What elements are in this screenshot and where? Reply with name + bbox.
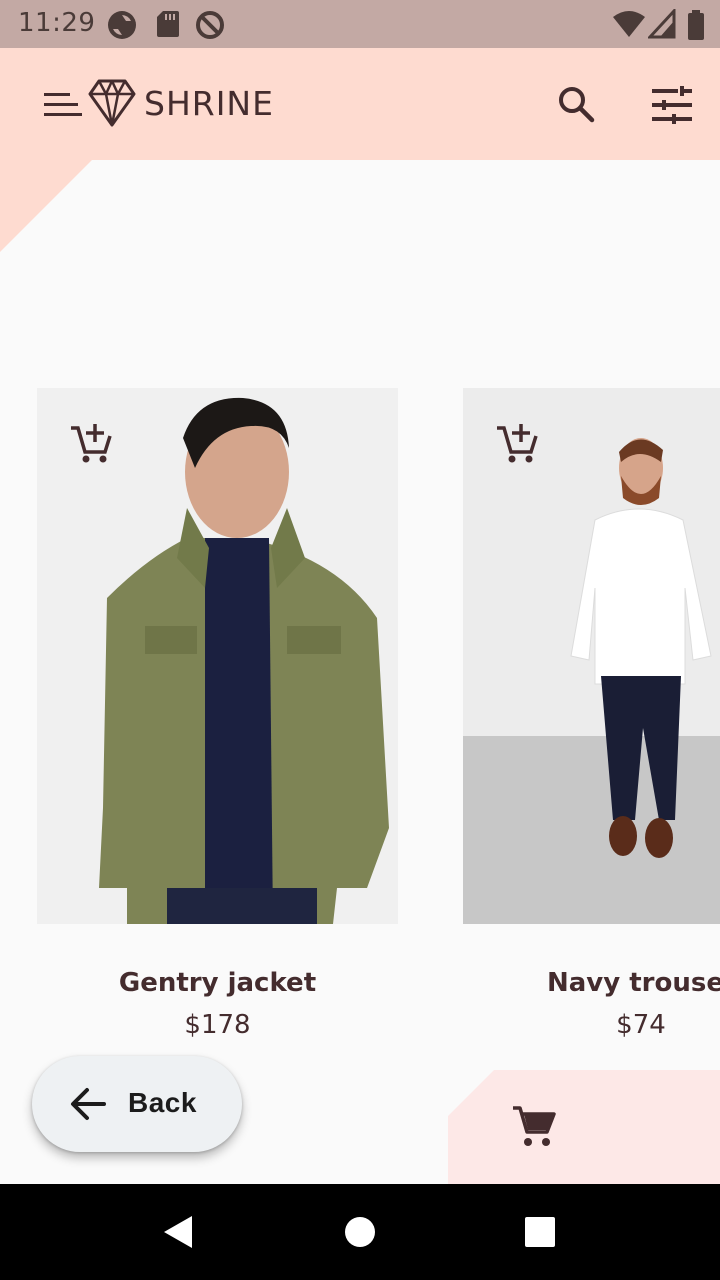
- nav-recents-icon[interactable]: [524, 1216, 556, 1248]
- back-button[interactable]: Back: [32, 1056, 242, 1152]
- tune-icon[interactable]: [652, 86, 692, 124]
- product-image-trousers: [463, 388, 720, 924]
- shopping-cart-icon[interactable]: [512, 1104, 556, 1148]
- sd-card-icon: [157, 11, 179, 37]
- status-time: 11:29: [18, 8, 96, 38]
- cellular-signal-icon: [648, 9, 676, 39]
- diamond-logo-icon[interactable]: [88, 78, 136, 128]
- sync-icon: [108, 11, 136, 39]
- cart-sheet[interactable]: [448, 1070, 720, 1184]
- top-app-bar: SHRINE: [0, 48, 720, 160]
- arrow-back-icon: [71, 1088, 106, 1120]
- search-icon[interactable]: [556, 84, 596, 124]
- at-sign-icon: [196, 11, 224, 39]
- app-title: SHRINE: [144, 84, 274, 123]
- product-price: $74: [616, 1010, 666, 1040]
- nav-back-icon[interactable]: [162, 1215, 194, 1249]
- product-name: Gentry jacket: [118, 968, 317, 998]
- system-nav-bar: [0, 1184, 720, 1280]
- back-button-label: Back: [128, 1087, 197, 1118]
- menu-icon[interactable]: [44, 90, 82, 120]
- nav-home-icon[interactable]: [344, 1216, 376, 1248]
- cut-corner-decoration: [0, 160, 92, 252]
- battery-icon: [688, 10, 704, 40]
- add-shopping-cart-icon[interactable]: [495, 422, 539, 464]
- product-image-jacket: [37, 388, 398, 924]
- wifi-icon: [613, 11, 645, 37]
- product-price: $178: [184, 1010, 251, 1040]
- status-bar: 11:29: [0, 0, 720, 48]
- product-name: Navy trousers: [547, 968, 720, 998]
- add-shopping-cart-icon[interactable]: [69, 422, 113, 464]
